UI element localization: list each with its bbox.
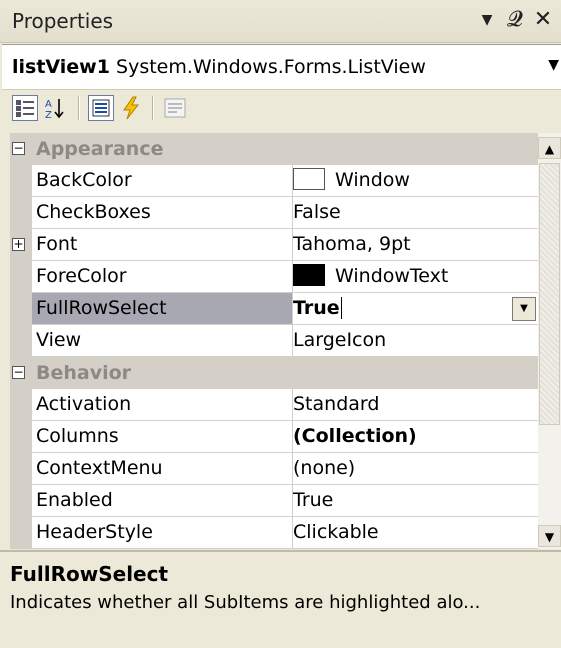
- property-value[interactable]: Clickable: [289, 517, 538, 549]
- row-margin: [10, 325, 32, 357]
- row-margin: −: [10, 133, 32, 165]
- property-value[interactable]: Window: [289, 165, 538, 197]
- row-margin: −: [10, 357, 32, 389]
- scroll-up-icon[interactable]: ▲: [538, 137, 561, 159]
- property-value-text: WindowText: [335, 265, 449, 287]
- row-margin: [10, 485, 32, 517]
- categorized-icon[interactable]: [12, 95, 38, 121]
- color-swatch: [293, 263, 325, 286]
- property-value[interactable]: True: [289, 485, 538, 517]
- collapse-icon[interactable]: −: [12, 366, 25, 379]
- object-selector-label: listView1 System.Windows.Forms.ListView: [12, 56, 426, 78]
- toolbar-separator: [78, 96, 80, 120]
- scroll-down-icon[interactable]: ▼: [538, 525, 561, 547]
- window-title: Properties: [12, 9, 114, 33]
- property-row[interactable]: Activation Standard: [10, 389, 538, 421]
- category-label: Appearance: [32, 133, 538, 165]
- property-toolbar: A Z: [0, 90, 561, 128]
- row-margin: +: [10, 229, 32, 261]
- object-type: System.Windows.Forms.ListView: [116, 56, 426, 78]
- description-pane: FullRowSelect Indicates whether all SubI…: [0, 550, 561, 648]
- property-value-text: Window: [335, 169, 410, 191]
- property-name: FullRowSelect: [32, 293, 293, 325]
- property-row[interactable]: BackColor Window: [10, 165, 538, 197]
- property-name: Activation: [32, 389, 293, 421]
- property-row[interactable]: + Font Tahoma, 9pt: [10, 229, 538, 261]
- category-row-appearance[interactable]: − Appearance: [10, 133, 538, 165]
- collapse-icon[interactable]: −: [12, 142, 25, 155]
- row-margin: [10, 197, 32, 229]
- svg-text:Z: Z: [45, 110, 52, 121]
- vertical-scrollbar[interactable]: ▲ ▼: [538, 133, 561, 549]
- scrollbar-thumb[interactable]: [539, 163, 560, 425]
- property-name: Enabled: [32, 485, 293, 517]
- property-value[interactable]: (none): [289, 453, 538, 485]
- property-name: Columns: [32, 421, 293, 453]
- property-row[interactable]: Enabled True: [10, 485, 538, 517]
- property-value-editor[interactable]: True ▼: [289, 293, 538, 325]
- property-row-selected[interactable]: FullRowSelect True ▼: [10, 293, 538, 325]
- color-swatch: [293, 167, 325, 190]
- row-margin: [10, 453, 32, 485]
- property-name: ContextMenu: [32, 453, 293, 485]
- category-row-behavior[interactable]: − Behavior: [10, 357, 538, 389]
- property-value[interactable]: Tahoma, 9pt: [289, 229, 538, 261]
- chevron-down-icon[interactable]: ▼: [548, 57, 559, 73]
- dropdown-arrow-icon[interactable]: ▼: [512, 297, 536, 321]
- description-text: Indicates whether all SubItems are highl…: [10, 592, 481, 613]
- row-margin: [10, 165, 32, 197]
- row-margin: [10, 389, 32, 421]
- property-value[interactable]: WindowText: [289, 261, 538, 293]
- alphabetical-icon[interactable]: A Z: [42, 95, 68, 121]
- close-icon[interactable]: ✕: [530, 6, 556, 34]
- property-name: BackColor: [32, 165, 293, 197]
- property-value[interactable]: False: [289, 197, 538, 229]
- window-menu-dropdown-icon[interactable]: ▼: [474, 6, 500, 34]
- property-value-text: True: [293, 297, 340, 319]
- property-grid: − Appearance BackColor Window CheckBoxes…: [10, 133, 538, 549]
- object-selector[interactable]: listView1 System.Windows.Forms.ListView …: [2, 44, 561, 90]
- property-name: Font: [32, 229, 293, 261]
- property-row[interactable]: ContextMenu (none): [10, 453, 538, 485]
- property-row[interactable]: Columns (Collection): [10, 421, 538, 453]
- toolbar-separator: [152, 96, 154, 120]
- object-name: listView1: [12, 56, 110, 78]
- row-margin: [10, 421, 32, 453]
- row-margin: [10, 293, 32, 325]
- expand-icon[interactable]: +: [12, 238, 25, 251]
- property-value[interactable]: Standard: [289, 389, 538, 421]
- property-name: ForeColor: [32, 261, 293, 293]
- text-caret: [340, 297, 342, 319]
- property-row[interactable]: CheckBoxes False: [10, 197, 538, 229]
- property-row[interactable]: ForeColor WindowText: [10, 261, 538, 293]
- svg-text:A: A: [45, 99, 52, 110]
- properties-icon[interactable]: [88, 95, 114, 121]
- property-row[interactable]: View LargeIcon: [10, 325, 538, 357]
- property-value[interactable]: LargeIcon: [289, 325, 538, 357]
- properties-title-bar: Properties ▼ 𝓠 ✕: [0, 0, 561, 43]
- property-name: HeaderStyle: [32, 517, 293, 549]
- row-margin: [10, 261, 32, 293]
- events-icon[interactable]: [118, 95, 144, 121]
- category-label: Behavior: [32, 357, 538, 389]
- property-name: CheckBoxes: [32, 197, 293, 229]
- property-pages-icon[interactable]: [162, 95, 188, 121]
- description-title: FullRowSelect: [10, 562, 169, 586]
- row-margin: [10, 517, 32, 549]
- property-name: View: [32, 325, 293, 357]
- pin-icon[interactable]: 𝓠: [502, 6, 528, 34]
- property-value[interactable]: (Collection): [289, 421, 538, 453]
- property-row[interactable]: HeaderStyle Clickable: [10, 517, 538, 549]
